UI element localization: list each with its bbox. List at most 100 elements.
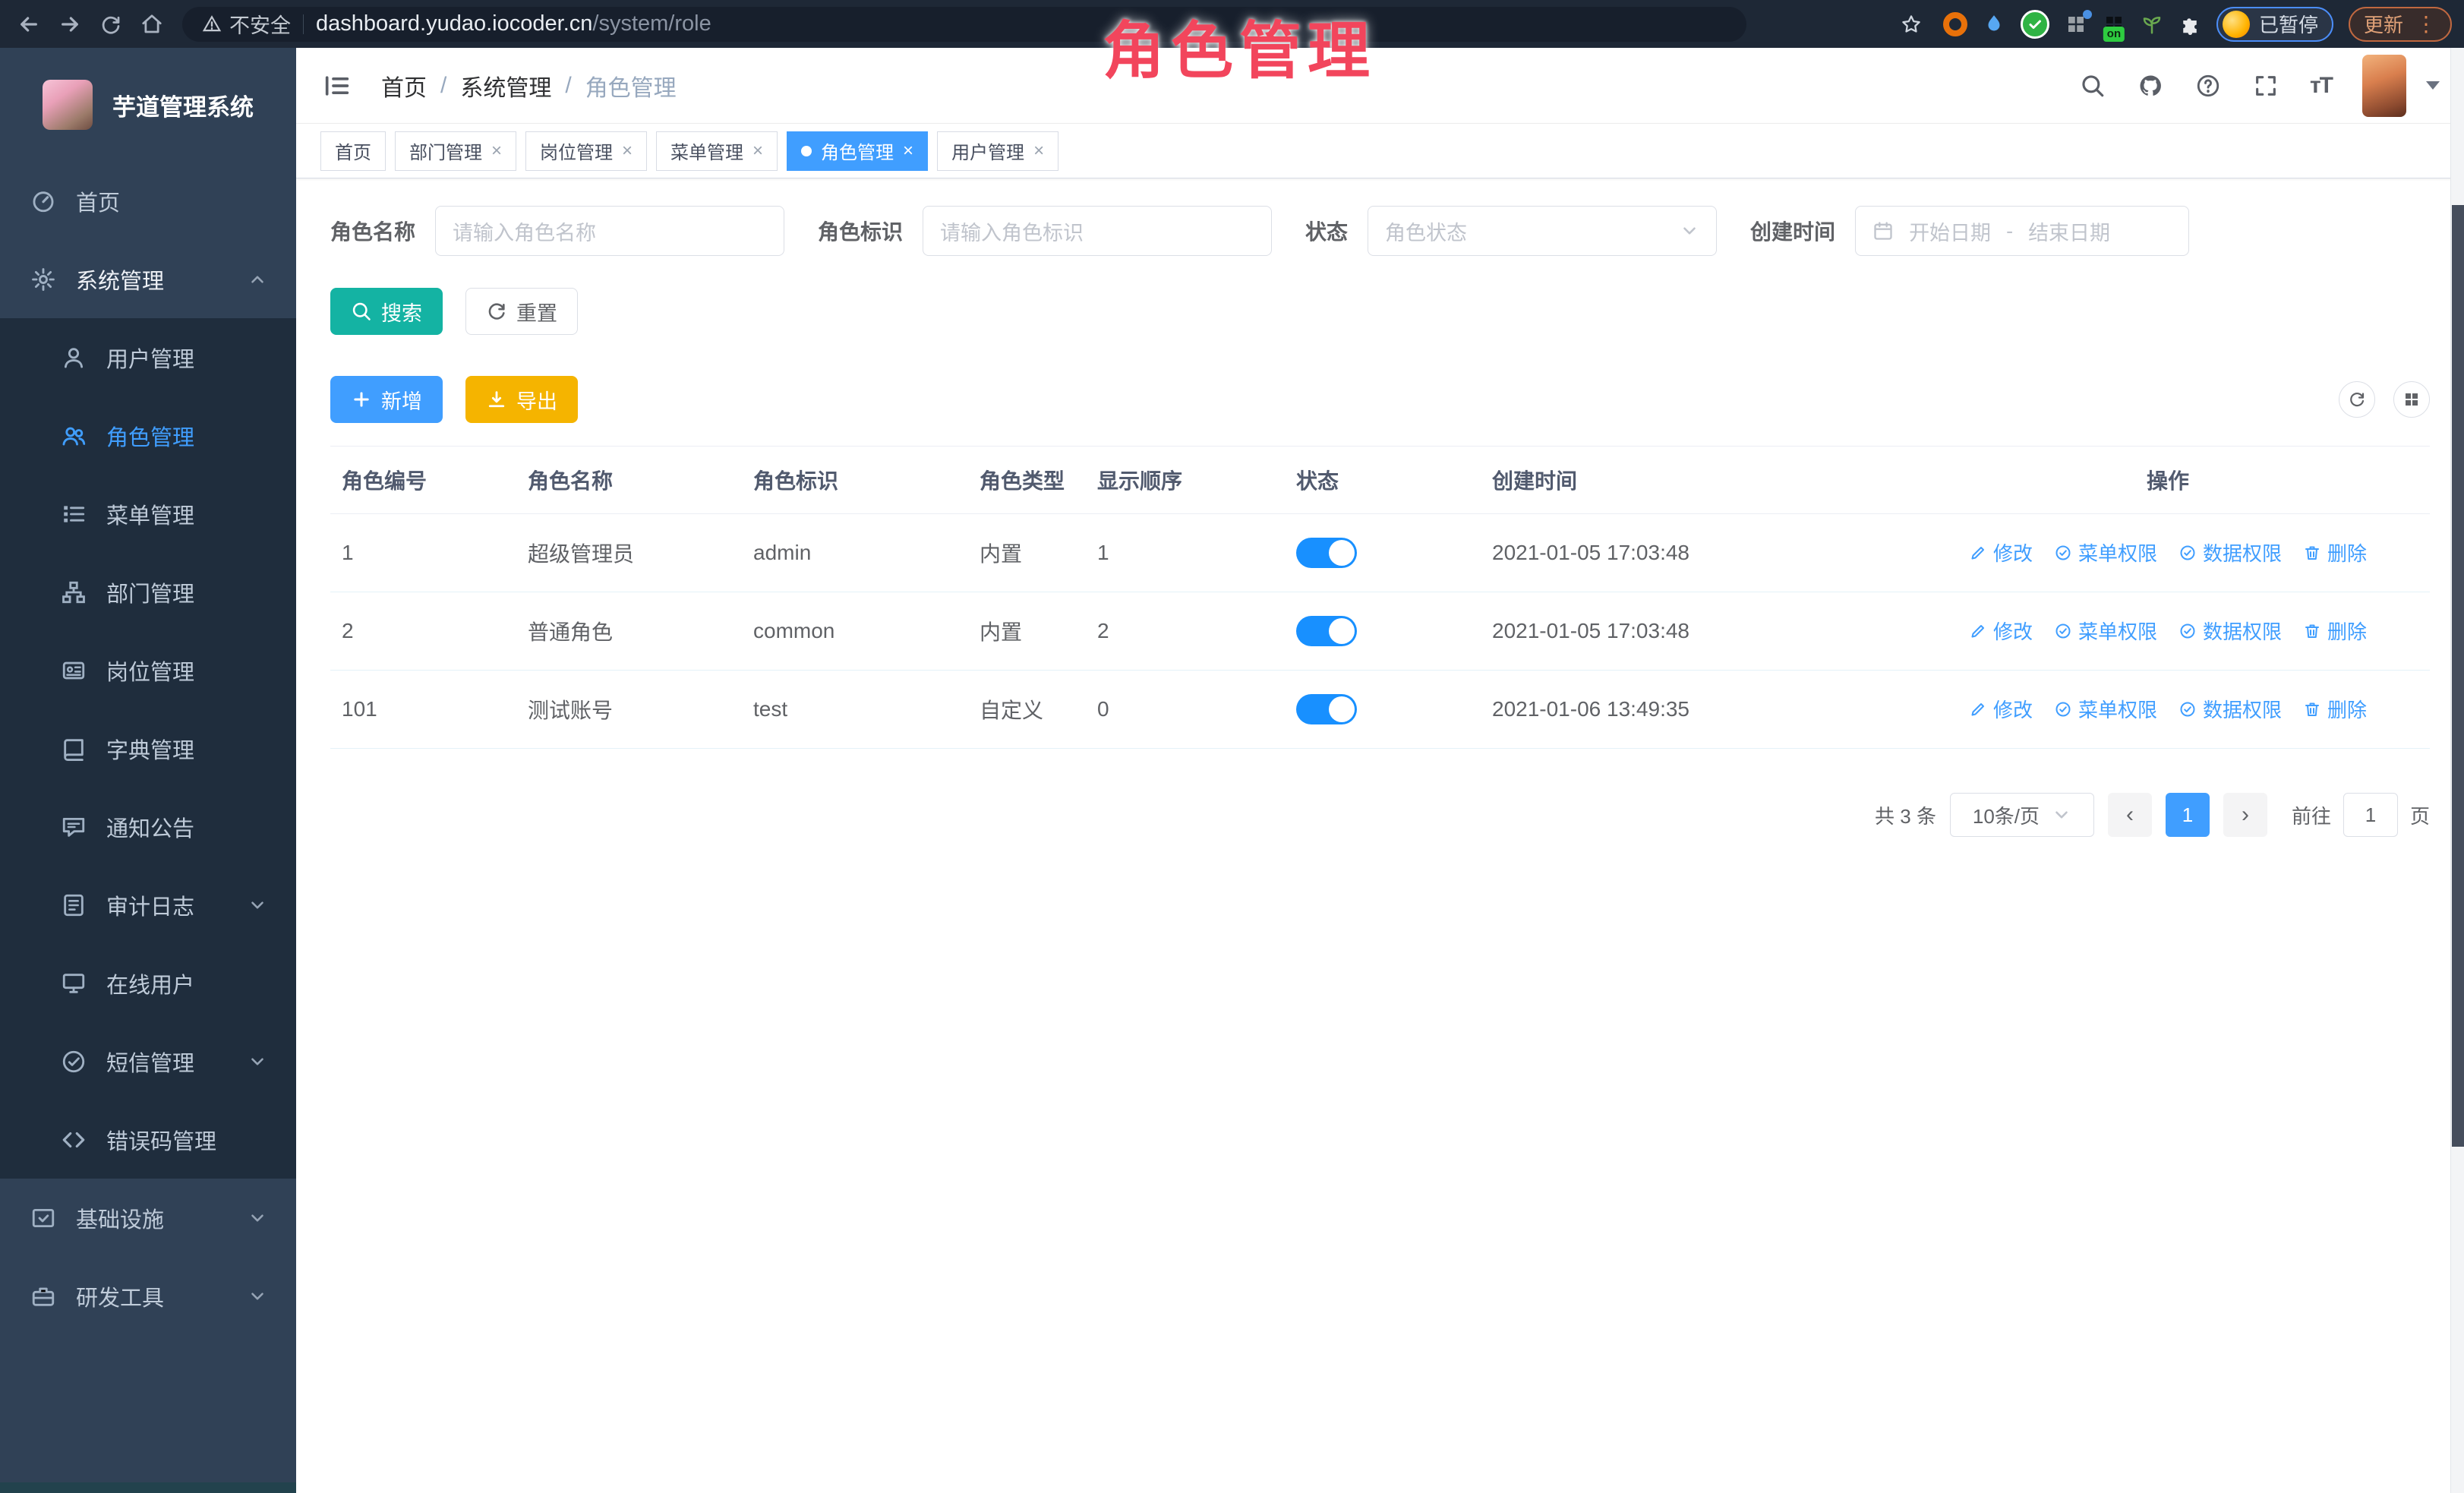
reset-button[interactable]: 重置 [465,288,578,335]
start-date-input[interactable]: 开始日期 [1909,216,1991,246]
search-icon[interactable] [2079,72,2106,99]
extension-icon[interactable] [1943,12,1967,36]
browser-reload-icon[interactable] [94,8,128,41]
status-select[interactable]: 角色状态 [1368,206,1717,256]
scrollbar-thumb[interactable] [2452,205,2464,1147]
github-icon[interactable] [2137,72,2164,99]
security-warning[interactable]: 不安全 [202,9,291,39]
edit-link[interactable]: 修改 [1969,617,2033,645]
sidebar-item-home[interactable]: 首页 [0,162,296,240]
app-logo[interactable]: 芋道管理系统 [0,48,296,162]
sidebar-item-dept-management[interactable]: 部门管理 [0,553,296,631]
collapse-sidebar-icon[interactable] [320,69,354,103]
extension-icon[interactable] [2021,10,2049,39]
font-size-icon[interactable]: тT [2310,73,2332,99]
menu-permission-link[interactable]: 菜单权限 [2054,617,2157,645]
column-settings-button[interactable] [2393,381,2430,418]
edit-icon [1969,622,1987,640]
chevron-down-icon [2052,805,2071,825]
browser-forward-icon[interactable] [53,8,87,41]
delete-link[interactable]: 删除 [2303,695,2367,723]
browser-back-icon[interactable] [12,8,46,41]
tab-home[interactable]: 首页 [320,131,386,171]
search-button[interactable]: 搜索 [330,288,443,335]
menu-list-icon [61,501,87,527]
annotation-overlay: 角色管理 [1103,0,1376,90]
prev-page-button[interactable]: ‹ [2108,793,2152,837]
sidebar-item-infrastructure[interactable]: 基础设施 [0,1179,296,1257]
close-icon[interactable]: × [622,142,633,160]
page-number-button[interactable]: 1 [2166,793,2210,837]
infra-icon [30,1205,56,1231]
sidebar-item-online-users[interactable]: 在线用户 [0,944,296,1022]
sidebar-item-dict-management[interactable]: 字典管理 [0,709,296,788]
close-icon[interactable]: × [752,142,763,160]
add-button[interactable]: 新增 [330,376,443,423]
sidebar-item-post-management[interactable]: 岗位管理 [0,631,296,709]
export-button[interactable]: 导出 [465,376,578,423]
page-unit: 页 [2410,801,2430,829]
sidebar-item-audit-log[interactable]: 审计日志 [0,866,296,944]
goto-page-input[interactable]: 1 [2343,793,2398,837]
browser-update-button[interactable]: 更新 ⋮ [2349,7,2452,42]
edit-link[interactable]: 修改 [1969,695,2033,723]
avatar-caret-icon[interactable] [2426,81,2440,90]
sidebar-item-sms-management[interactable]: 短信管理 [0,1022,296,1100]
tab-menu-management[interactable]: 菜单管理× [656,131,778,171]
breadcrumb-home[interactable]: 首页 [381,69,427,103]
next-page-button[interactable]: › [2223,793,2267,837]
data-permission-link[interactable]: 数据权限 [2178,538,2282,567]
edit-icon [1969,700,1987,718]
sidebar-item-menu-management[interactable]: 菜单管理 [0,475,296,553]
date-range-picker[interactable]: 开始日期 - 结束日期 [1855,206,2189,256]
status-toggle[interactable] [1296,616,1357,646]
trash-icon [2303,544,2321,562]
extension-icon[interactable] [2065,13,2087,36]
search-icon [351,301,372,322]
data-permission-link[interactable]: 数据权限 [2178,695,2282,723]
status-toggle[interactable] [1296,694,1357,724]
help-icon[interactable] [2194,72,2222,99]
menu-permission-link[interactable]: 菜单权限 [2054,695,2157,723]
close-icon[interactable]: × [1033,142,1044,160]
tab-post-management[interactable]: 岗位管理× [525,131,647,171]
refresh-icon [486,301,507,322]
sidebar-item-dev-tools[interactable]: 研发工具 [0,1257,296,1335]
delete-link[interactable]: 删除 [2303,538,2367,567]
menu-permission-link[interactable]: 菜单权限 [2054,538,2157,567]
close-icon[interactable]: × [903,142,913,160]
extension-icon[interactable]: on [2103,13,2125,36]
extensions-puzzle-icon[interactable] [2178,13,2201,36]
sidebar-item-user-management[interactable]: 用户管理 [0,318,296,396]
address-bar[interactable]: 不安全 dashboard.yudao.iocoder.cn/system/ro… [182,7,1746,42]
delete-link[interactable]: 删除 [2303,617,2367,645]
page-scrollbar[interactable] [2450,48,2464,1493]
tab-role-management[interactable]: 角色管理× [787,131,928,171]
extension-icon[interactable] [2141,13,2163,36]
close-icon[interactable]: × [491,142,502,160]
sidebar-item-notice[interactable]: 通知公告 [0,788,296,866]
status-toggle[interactable] [1296,538,1357,568]
sidebar-item-system-management[interactable]: 系统管理 [0,240,296,318]
check-circle-icon [2178,622,2197,640]
tab-dept-management[interactable]: 部门管理× [395,131,516,171]
page-size-select[interactable]: 10条/页 [1950,793,2094,837]
role-key-input[interactable]: 请输入角色标识 [923,206,1272,256]
sidebar-item-error-code[interactable]: 错误码管理 [0,1100,296,1179]
end-date-input[interactable]: 结束日期 [2028,216,2110,246]
edit-link[interactable]: 修改 [1969,538,2033,567]
browser-profile-button[interactable]: 已暂停 [2216,7,2333,42]
browser-home-icon[interactable] [135,8,169,41]
table-row: 2 普通角色 common 内置 2 2021-01-05 17:03:48 修… [330,592,2430,671]
sidebar-item-role-management[interactable]: 角色管理 [0,396,296,475]
fullscreen-icon[interactable] [2252,72,2279,99]
role-name-input[interactable]: 请输入角色名称 [435,206,784,256]
data-permission-link[interactable]: 数据权限 [2178,617,2282,645]
breadcrumb-system[interactable]: 系统管理 [460,69,551,103]
extension-icon[interactable] [1983,13,2005,36]
tab-user-management[interactable]: 用户管理× [937,131,1058,171]
user-avatar[interactable] [2362,55,2406,117]
bookmark-star-icon[interactable] [1895,8,1928,41]
refresh-table-button[interactable] [2339,381,2375,418]
browser-menu-icon[interactable]: ⋮ [2415,11,2437,36]
